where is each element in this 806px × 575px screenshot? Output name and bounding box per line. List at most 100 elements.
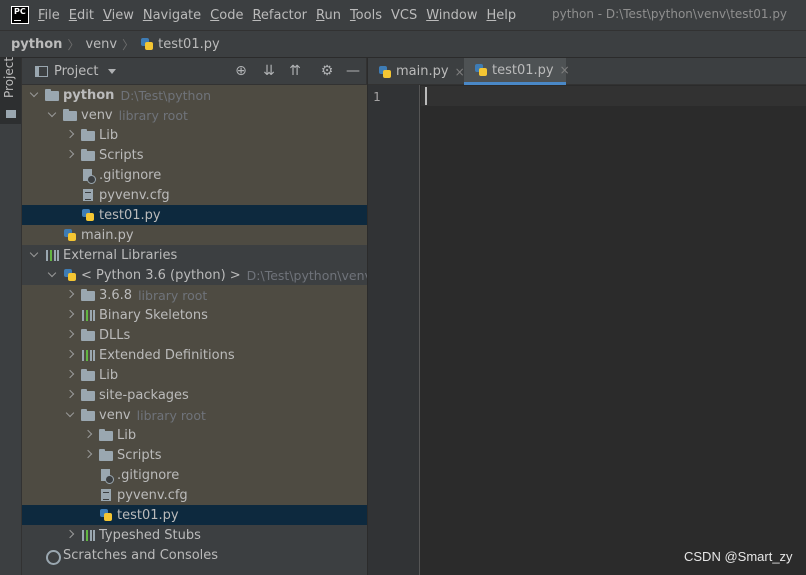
tree-item[interactable]: External Libraries — [22, 245, 367, 265]
chevron-right-icon[interactable] — [65, 370, 75, 380]
expand-all-icon[interactable]: ⇊ — [262, 64, 276, 78]
menu-item-label: iew — [111, 7, 134, 23]
line-number: 1 — [373, 89, 381, 104]
tree-item[interactable]: venv library root — [22, 105, 367, 125]
chevron-right-icon[interactable] — [65, 130, 75, 140]
menu-item[interactable]: View — [103, 8, 134, 23]
chevron-right-icon[interactable] — [65, 150, 75, 160]
chevron-right-icon[interactable] — [83, 430, 93, 440]
folder-icon — [81, 388, 95, 402]
window-title: python - D:\Test\python\venv\test01.py — [552, 7, 788, 21]
menu-item[interactable]: Run — [316, 8, 341, 23]
menu-item-mnemonic: C — [210, 7, 220, 23]
tree-item-label: 3.6.8 — [99, 287, 133, 303]
tree-item[interactable]: < Python 3.6 (python) > D:\Test\python\ve… — [22, 265, 367, 285]
tree-item[interactable]: Extended Definitions — [22, 345, 367, 365]
code-editor[interactable] — [421, 106, 806, 575]
chevron-right-icon[interactable] — [65, 350, 75, 360]
tab-test01-py[interactable]: test01.py × — [464, 58, 570, 85]
folder-icon — [81, 408, 95, 422]
tree-item[interactable]: Lib — [22, 425, 367, 445]
chevron-right-icon[interactable] — [65, 530, 75, 540]
folder-icon — [6, 110, 16, 118]
tree-item-label: Lib — [99, 127, 119, 143]
minimize-icon[interactable]: — — [346, 64, 360, 78]
tree-item[interactable]: Scripts — [22, 145, 367, 165]
tool-tab-project[interactable]: Project — [0, 57, 21, 124]
tree-item-annotation: library root — [136, 407, 206, 423]
current-line-highlight[interactable] — [421, 86, 806, 106]
gear-icon[interactable]: ⚙ — [320, 64, 334, 78]
tree-item-label: Binary Skeletons — [99, 307, 208, 323]
tree-item-label: pyvenv.cfg — [117, 487, 188, 503]
tree-item[interactable]: .gitignore — [22, 165, 367, 185]
menu-item[interactable]: VCS — [391, 8, 417, 23]
folder-icon — [81, 148, 95, 162]
menu-item-mnemonic: E — [68, 7, 77, 23]
project-tree: python D:\Test\python venv library root Lib S… — [22, 85, 367, 575]
menu-item[interactable]: Window — [426, 8, 477, 23]
tree-item[interactable]: pyvenv.cfg — [22, 485, 367, 505]
tree-item-label: site-packages — [99, 387, 189, 403]
chevron-down-icon[interactable] — [29, 90, 39, 100]
tool-window-strip: Project — [0, 57, 22, 575]
scratches-icon — [45, 548, 61, 565]
tree-item[interactable]: test01.py — [22, 505, 367, 525]
menu-item[interactable]: Navigate — [143, 8, 201, 23]
tree-item[interactable]: pyvenv.cfg — [22, 185, 367, 205]
chevron-right-icon[interactable] — [83, 450, 93, 460]
tree-item-label: Scripts — [99, 147, 144, 163]
tree-item[interactable]: main.py — [22, 225, 367, 245]
menu-item[interactable]: Refactor — [252, 8, 307, 23]
breadcrumb-item-venv[interactable]: venv — [85, 37, 117, 52]
folder-icon — [81, 128, 95, 142]
library-icon — [81, 528, 95, 542]
tree-item[interactable]: Lib — [22, 365, 367, 385]
tree-item[interactable]: python D:\Test\python — [22, 85, 367, 105]
tree-item[interactable]: site-packages — [22, 385, 367, 405]
locate-icon[interactable]: ⊕ — [234, 64, 248, 78]
tree-item-label: DLLs — [99, 327, 131, 343]
tree-item[interactable]: venv library root — [22, 405, 367, 425]
tab-main-py[interactable]: main.py × — [368, 58, 465, 85]
tree-item[interactable]: .gitignore — [22, 465, 367, 485]
library-icon — [81, 348, 95, 362]
tree-item[interactable]: Scripts — [22, 445, 367, 465]
tree-item-label: Typeshed Stubs — [99, 527, 201, 543]
menu-item[interactable]: File — [38, 8, 60, 23]
close-icon[interactable]: × — [560, 63, 570, 77]
menu-item[interactable]: Tools — [350, 8, 382, 23]
menu-item[interactable]: Code — [210, 8, 243, 23]
tree-item[interactable]: 3.6.8 library root — [22, 285, 367, 305]
tree-item-label: main.py — [81, 227, 134, 243]
tree-item[interactable]: Lib — [22, 125, 367, 145]
chevron-down-icon[interactable] — [47, 110, 57, 120]
python-file-icon — [474, 63, 488, 77]
collapse-all-icon[interactable]: ⇈ — [288, 64, 302, 78]
chevron-right-icon[interactable] — [65, 310, 75, 320]
menu-bar: PC File Edit View Navigate Code Refactor Run To… — [0, 0, 806, 30]
tree-item[interactable]: Typeshed Stubs — [22, 525, 367, 545]
tree-item-label: .gitignore — [99, 167, 162, 183]
menu-item-label: dit — [77, 7, 94, 23]
folder-icon — [81, 328, 95, 342]
chevron-down-icon[interactable] — [47, 270, 57, 280]
chevron-down-icon[interactable] — [108, 68, 117, 74]
menu-item[interactable]: Help — [486, 8, 516, 23]
breadcrumb-item-project[interactable]: python — [11, 37, 62, 52]
chevron-down-icon[interactable] — [29, 250, 39, 260]
tree-item[interactable]: test01.py — [22, 205, 367, 225]
tree-item[interactable]: Binary Skeletons — [22, 305, 367, 325]
menu-item[interactable]: Edit — [69, 8, 94, 23]
chevron-right-icon[interactable] — [65, 330, 75, 340]
menu-item-mnemonic: H — [486, 7, 497, 23]
project-panel-title[interactable]: Project — [54, 64, 98, 79]
tree-item[interactable]: DLLs — [22, 325, 367, 345]
breadcrumb-item-file[interactable]: test01.py — [158, 37, 220, 52]
chevron-right-icon[interactable] — [65, 290, 75, 300]
tree-item[interactable]: Scratches and Consoles — [22, 545, 367, 565]
chevron-down-icon[interactable] — [65, 410, 75, 420]
menu-item-label: elp — [496, 7, 517, 23]
tree-item-label: Lib — [99, 367, 119, 383]
chevron-right-icon[interactable] — [65, 390, 75, 400]
